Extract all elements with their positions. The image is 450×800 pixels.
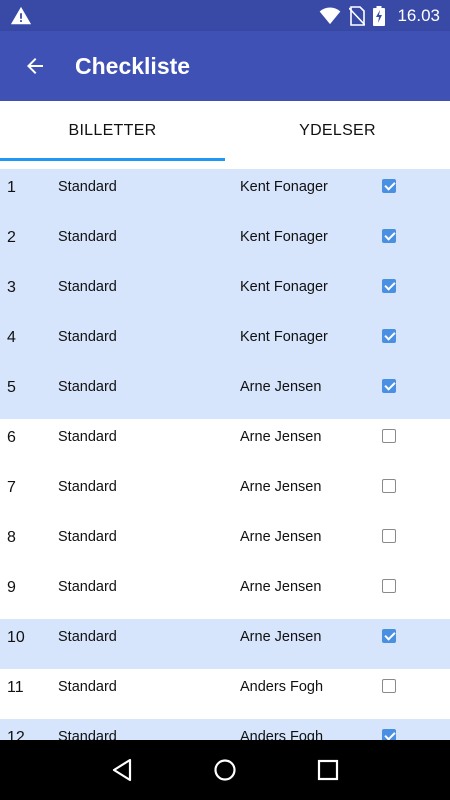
page-title: Checkliste	[75, 52, 191, 79]
table-row[interactable]: 7 Standard Arne Jensen	[0, 469, 450, 519]
tab-ydelser-label: YDELSER	[299, 122, 376, 139]
holder-name: Arne Jensen	[240, 479, 322, 495]
table-row[interactable]: 8 Standard Arne Jensen	[0, 519, 450, 569]
table-row[interactable]: 10 Standard Arne Jensen	[0, 619, 450, 669]
check-checkbox[interactable]	[382, 429, 396, 443]
ticket-type: Standard	[58, 429, 117, 445]
holder-name: Kent Fonager	[240, 179, 328, 195]
ticket-type: Standard	[58, 229, 117, 245]
holder-name: Arne Jensen	[240, 579, 322, 595]
arrow-back-icon	[27, 58, 43, 74]
nav-recents-button[interactable]	[308, 750, 348, 790]
row-number: 8	[7, 529, 16, 546]
holder-name: Kent Fonager	[240, 279, 328, 295]
ticket-type: Standard	[58, 529, 117, 545]
holder-name: Arne Jensen	[240, 529, 322, 545]
tab-billetter[interactable]: BILLETTER	[0, 101, 225, 161]
tab-billetter-label: BILLETTER	[68, 122, 157, 139]
row-number: 7	[7, 479, 16, 496]
table-row[interactable]: 6 Standard Arne Jensen	[0, 419, 450, 469]
row-number: 11	[7, 679, 24, 696]
status-bar: 16.03	[0, 0, 450, 31]
holder-name: Kent Fonager	[240, 229, 328, 245]
holder-name: Arne Jensen	[240, 629, 322, 645]
check-checkbox[interactable]	[382, 229, 396, 243]
check-checkbox[interactable]	[382, 179, 396, 193]
ticket-type: Standard	[58, 679, 117, 695]
check-checkbox[interactable]	[382, 729, 396, 740]
ticket-type: Standard	[58, 379, 117, 395]
row-number: 3	[7, 279, 16, 296]
check-checkbox[interactable]	[382, 379, 396, 393]
holder-name: Kent Fonager	[240, 329, 328, 345]
holder-name: Anders Fogh	[240, 679, 324, 695]
ticket-type: Standard	[58, 479, 117, 495]
ticket-type: Standard	[58, 279, 117, 295]
row-number: 9	[7, 579, 16, 596]
status-time: 16.03	[397, 5, 440, 25]
row-number: 10	[7, 629, 25, 646]
check-checkbox[interactable]	[382, 529, 396, 543]
home-circle-icon	[214, 759, 236, 781]
row-number: 12	[7, 729, 25, 740]
check-checkbox[interactable]	[382, 629, 396, 643]
row-number: 1	[7, 179, 16, 196]
check-checkbox[interactable]	[382, 329, 396, 343]
battery-charging-icon	[373, 5, 386, 26]
tab-ydelser[interactable]: YDELSER	[225, 101, 450, 161]
recents-square-icon	[318, 759, 339, 781]
table-row[interactable]: 1 Standard Kent Fonager	[0, 169, 450, 219]
check-checkbox[interactable]	[382, 579, 396, 593]
table-row[interactable]: 5 Standard Arne Jensen	[0, 369, 450, 419]
navigation-bar	[0, 740, 450, 800]
ticket-list[interactable]: 1 Standard Kent Fonager 2 Standard Kent Fonag…	[0, 169, 450, 740]
check-checkbox[interactable]	[382, 679, 396, 693]
table-row[interactable]: 9 Standard Arne Jensen	[0, 569, 450, 619]
back-button[interactable]	[17, 48, 53, 84]
check-checkbox[interactable]	[382, 479, 396, 493]
holder-name: Arne Jensen	[240, 429, 322, 445]
wifi-icon	[320, 6, 341, 24]
ticket-type: Standard	[58, 729, 117, 740]
no-sim-icon	[349, 5, 366, 26]
holder-name: Arne Jensen	[240, 379, 322, 395]
row-number: 2	[7, 229, 16, 246]
tab-bar: BILLETTER YDELSER	[0, 101, 450, 161]
app-bar: Checkliste	[0, 31, 450, 101]
ticket-type: Standard	[58, 629, 117, 645]
table-row[interactable]: 12 Standard Anders Fogh	[0, 719, 450, 740]
row-number: 5	[7, 379, 16, 396]
table-row[interactable]: 4 Standard Kent Fonager	[0, 319, 450, 369]
back-triangle-icon	[112, 758, 131, 782]
table-row[interactable]: 3 Standard Kent Fonager	[0, 269, 450, 319]
table-row[interactable]: 11 Standard Anders Fogh	[0, 669, 450, 719]
holder-name: Anders Fogh	[240, 729, 324, 740]
row-number: 4	[7, 329, 16, 346]
nav-back-button[interactable]	[102, 750, 142, 790]
table-row[interactable]: 2 Standard Kent Fonager	[0, 219, 450, 269]
ticket-type: Standard	[58, 579, 117, 595]
ticket-type: Standard	[58, 179, 117, 195]
check-checkbox[interactable]	[382, 279, 396, 293]
row-number: 6	[7, 429, 16, 446]
ticket-type: Standard	[58, 329, 117, 345]
nav-home-button[interactable]	[205, 750, 245, 790]
warning-icon	[10, 6, 32, 24]
